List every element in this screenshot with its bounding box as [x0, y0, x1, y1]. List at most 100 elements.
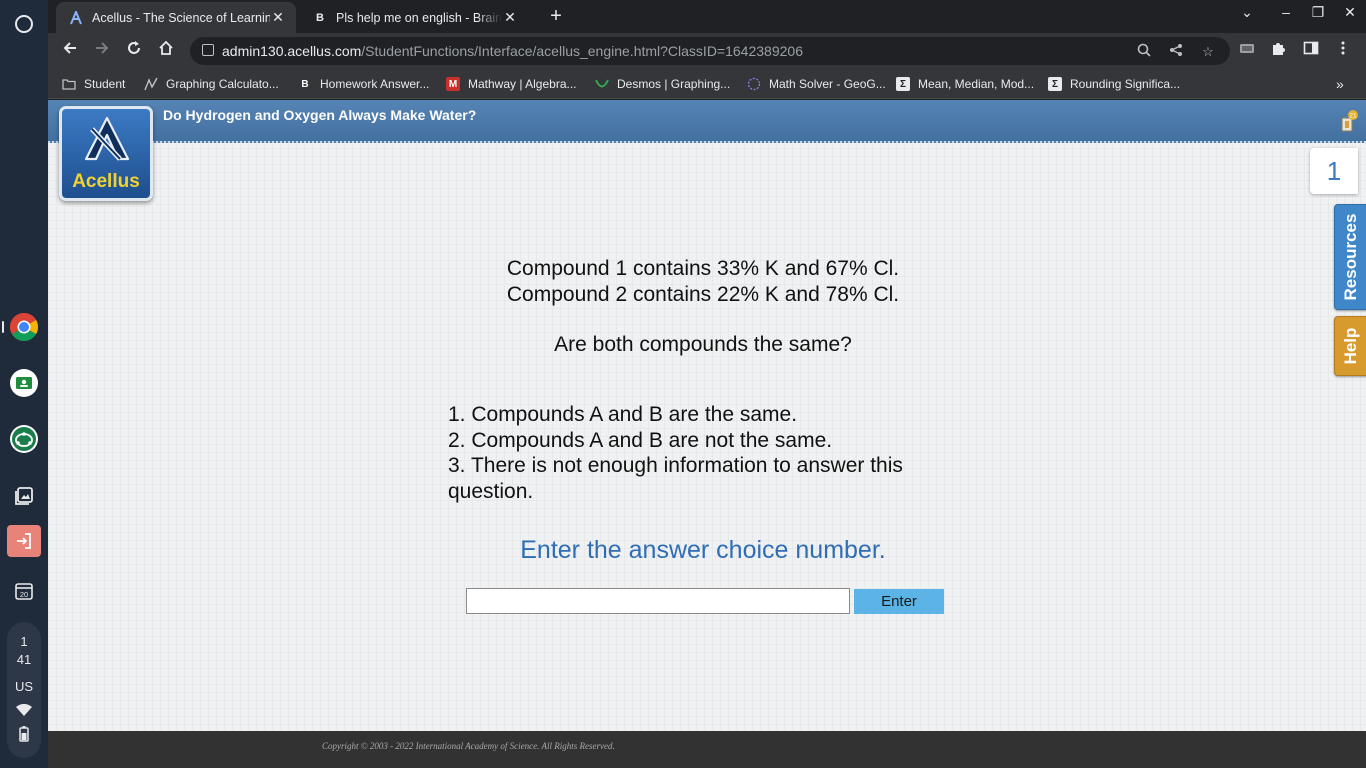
reload-button[interactable] — [122, 39, 146, 63]
logo-text: Acellus — [72, 171, 140, 192]
mathway-icon: M — [446, 77, 460, 91]
side-panel-button[interactable] — [1299, 39, 1323, 63]
browser-toolbar: admin130.acellus.com/StudentFunctions/In… — [48, 33, 1366, 69]
notification-badge[interactable]: 21 — [1338, 110, 1358, 132]
clock-minute: 41 — [16, 652, 32, 667]
new-tab-button[interactable]: + — [544, 6, 568, 28]
calendar-day: 20 — [20, 590, 28, 599]
sigma-icon: Σ — [896, 77, 910, 91]
answer-input[interactable] — [466, 588, 850, 614]
address-bar[interactable]: admin130.acellus.com/StudentFunctions/In… — [190, 37, 1230, 65]
bookmark-label: Graphing Calculato... — [166, 77, 279, 91]
bookmark-mean-median[interactable]: Σ Mean, Median, Mod... — [896, 76, 1034, 92]
bookmark-label: Student — [84, 77, 126, 91]
extensions-button[interactable] — [1267, 39, 1291, 63]
maximize-icon[interactable]: ❐ — [1306, 4, 1330, 21]
home-button[interactable] — [154, 39, 178, 63]
zoom-icon[interactable] — [1135, 43, 1153, 61]
trophy-icon: 21 — [1341, 110, 1358, 132]
kebab-menu-icon — [1341, 41, 1345, 55]
browser-menu-button[interactable] — [1331, 39, 1355, 63]
question-counter: 1 — [1310, 148, 1358, 194]
gallery-icon — [15, 487, 33, 505]
bookmark-graphing-calculator[interactable]: Graphing Calculato... — [144, 76, 279, 92]
url-text: admin130.acellus.com/StudentFunctions/In… — [222, 43, 803, 59]
login-icon — [17, 533, 31, 549]
chrome-app-button[interactable] — [8, 311, 40, 343]
calendar-app-button[interactable]: 20 — [8, 575, 40, 607]
gallery-app-button[interactable] — [8, 480, 40, 512]
share-icon[interactable] — [1167, 43, 1185, 61]
geogebra-app-button[interactable] — [8, 423, 40, 455]
lesson-title: Do Hydrogen and Oxygen Always Make Water… — [163, 107, 477, 123]
home-icon — [159, 40, 173, 55]
side-panel-icon — [1303, 41, 1319, 55]
close-window-icon[interactable]: ✕ — [1338, 4, 1362, 21]
sigma-icon: Σ — [1048, 77, 1062, 91]
launcher-button[interactable] — [8, 8, 40, 40]
brainly-favicon-icon: B — [316, 11, 324, 24]
os-shelf: 20 1 41 US — [0, 0, 48, 768]
bookmark-desmos[interactable]: Desmos | Graphing... — [595, 76, 730, 92]
desmos-icon — [595, 77, 609, 91]
graph-icon — [144, 77, 158, 91]
back-button[interactable] — [58, 39, 82, 63]
enter-button[interactable]: Enter — [854, 589, 944, 614]
bookmark-label: Homework Answer... — [320, 77, 430, 91]
question-text: Compound 1 contains 33% K and 67% Cl. Co… — [48, 256, 1358, 358]
forward-button[interactable] — [90, 39, 114, 63]
page-footer: Copyright © 2003 - 2022 International Ac… — [48, 731, 1366, 768]
extension-a-button[interactable] — [1235, 39, 1259, 63]
tab-acellus[interactable]: Acellus - The Science of Learning ✕ — [56, 2, 296, 33]
calendar-icon: 20 — [15, 583, 33, 600]
choice-item: 3. There is not enough information to an… — [448, 454, 903, 503]
copyright-text: Copyright © 2003 - 2022 International Ac… — [322, 741, 615, 751]
lesson-banner: Do Hydrogen and Oxygen Always Make Water… — [48, 100, 1366, 143]
tab-title: Acellus - The Science of Learning — [92, 10, 270, 25]
arrow-right-icon — [96, 42, 109, 54]
battery-icon — [19, 726, 29, 742]
wifi-icon — [16, 704, 32, 716]
reload-icon — [128, 41, 140, 54]
site-info-icon[interactable] — [202, 44, 214, 56]
answer-prompt: Enter the answer choice number. — [520, 536, 886, 564]
bookmark-geogebra[interactable]: Math Solver - GeoG... — [747, 76, 886, 92]
minimize-icon[interactable]: – — [1274, 4, 1298, 20]
classroom-icon — [10, 369, 38, 397]
arrow-left-icon — [63, 42, 76, 54]
question-line: Compound 1 contains 33% K and 67% Cl. — [506, 257, 900, 280]
bookmark-student[interactable]: Student — [62, 76, 125, 92]
bookmark-label: Math Solver - GeoG... — [769, 77, 886, 91]
acellus-favicon-icon — [68, 10, 84, 26]
bookmark-label: Rounding Significa... — [1070, 77, 1181, 91]
bookmark-homework-answers[interactable]: B Homework Answer... — [298, 76, 429, 92]
bookmark-star-icon[interactable]: ☆ — [1199, 43, 1217, 61]
badge-count: 21 — [1349, 113, 1357, 120]
acellus-logo[interactable]: Acellus — [59, 106, 153, 201]
question-line: Compound 2 contains 22% K and 78% Cl. — [506, 282, 900, 306]
geogebra-icon — [747, 77, 761, 91]
input-locale: US — [14, 679, 34, 694]
active-app-indicator — [2, 321, 4, 333]
tab-close-icon[interactable]: ✕ — [270, 9, 286, 26]
bookmark-label: Mean, Median, Mod... — [918, 77, 1035, 91]
bookmarks-bar: Student Graphing Calculato... B Homework… — [48, 69, 1366, 99]
chrome-icon — [10, 313, 38, 341]
tab-close-icon[interactable]: ✕ — [502, 9, 518, 26]
classroom-app-button[interactable] — [8, 367, 40, 399]
tab-search-chevron-icon[interactable]: ⌄ — [1235, 4, 1259, 21]
launcher-icon — [15, 15, 33, 33]
tab-brainly[interactable]: B Pls help me on english - Brainly.c ✕ — [300, 2, 528, 33]
screen-capture-icon — [1240, 44, 1254, 53]
more-bookmarks-chevron-icon[interactable]: » — [1336, 76, 1344, 92]
status-tray[interactable]: 1 41 US — [7, 622, 41, 758]
clock-hour: 1 — [20, 634, 28, 649]
bookmark-rounding[interactable]: Σ Rounding Significa... — [1048, 76, 1180, 92]
sign-in-app-button[interactable] — [7, 525, 41, 557]
answer-choices: 1. Compounds A and B are the same. 2. Co… — [448, 402, 948, 504]
bookmark-label: Mathway | Algebra... — [468, 77, 577, 91]
bookmark-mathway[interactable]: M Mathway | Algebra... — [446, 76, 577, 92]
bookmark-label: Desmos | Graphing... — [617, 77, 731, 91]
choice-item: 2. Compounds A and B are not the same. — [448, 428, 833, 452]
brainly-icon: B — [301, 78, 309, 90]
